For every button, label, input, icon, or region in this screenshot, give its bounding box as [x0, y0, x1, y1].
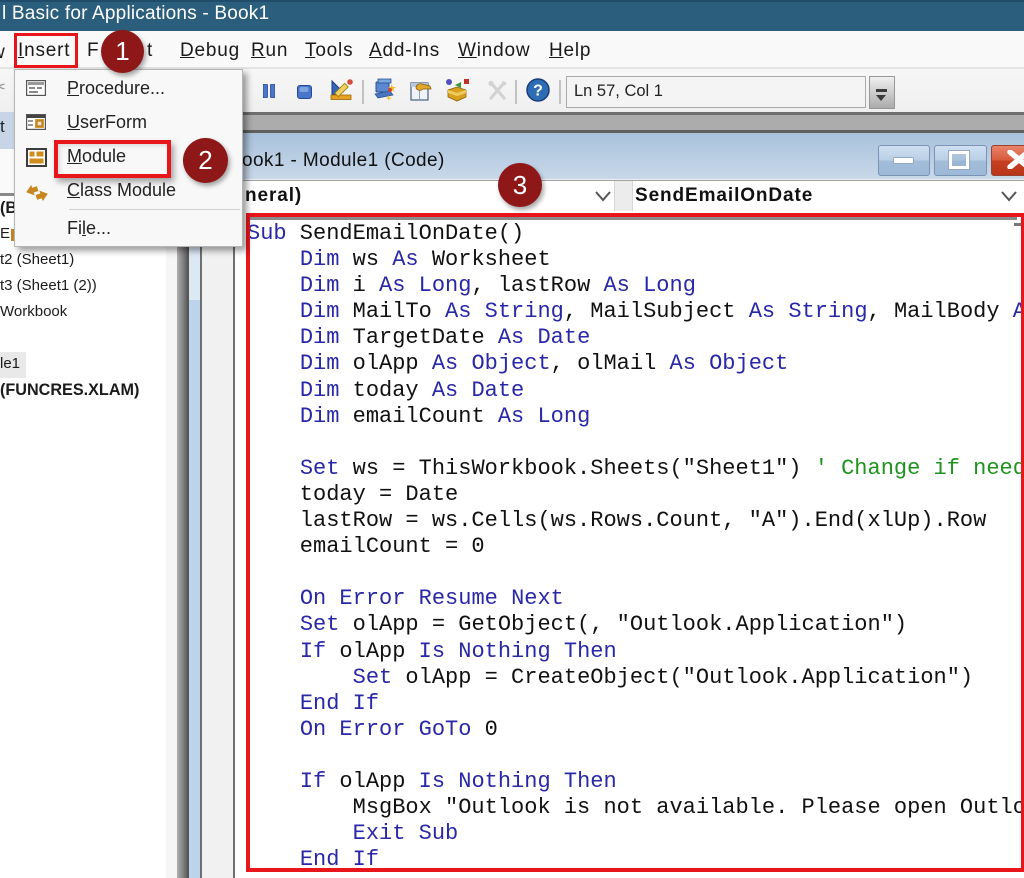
svg-text:?: ?	[533, 83, 543, 100]
